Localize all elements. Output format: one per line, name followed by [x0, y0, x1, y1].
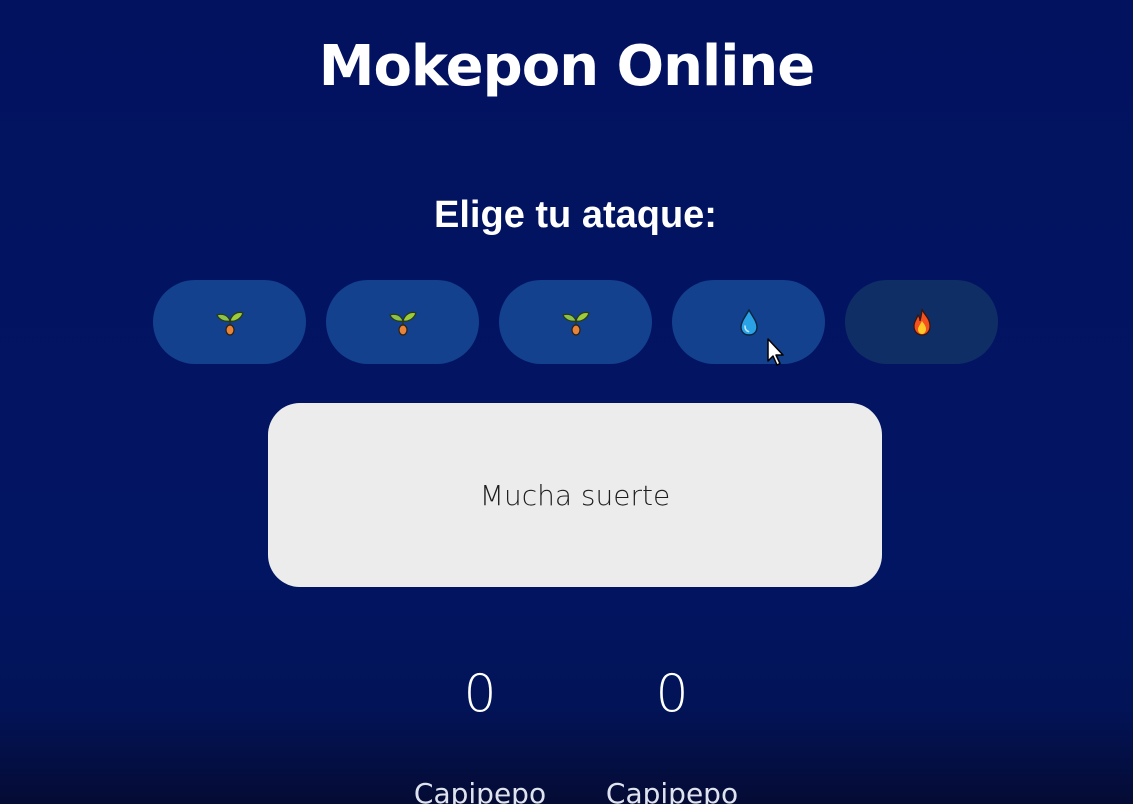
attack-buttons [153, 280, 998, 364]
attack-button-seedling-1[interactable] [153, 280, 306, 364]
fire-icon [912, 308, 931, 336]
mouse-cursor-icon [767, 338, 784, 366]
attack-button-seedling-3[interactable] [499, 280, 652, 364]
attack-button-water[interactable] [672, 280, 825, 364]
attack-button-fire[interactable] [845, 280, 998, 364]
attack-heading: Elige tu ataque: [434, 194, 717, 236]
water-drop-icon [739, 308, 758, 336]
seedling-icon [388, 311, 417, 336]
player-pet-name: Capipepo [413, 777, 547, 804]
message-text: Mucha suerte [479, 478, 671, 512]
seedling-icon [561, 311, 590, 336]
player-wins: 0 [463, 664, 497, 724]
attack-button-seedling-2[interactable] [326, 280, 479, 364]
message-box: Mucha suerte [268, 403, 882, 587]
enemy-wins: 0 [655, 664, 689, 724]
enemy-pet-name: Capipepo [605, 777, 739, 804]
page-title: Mokepon Online [318, 34, 816, 99]
seedling-icon [215, 311, 244, 336]
